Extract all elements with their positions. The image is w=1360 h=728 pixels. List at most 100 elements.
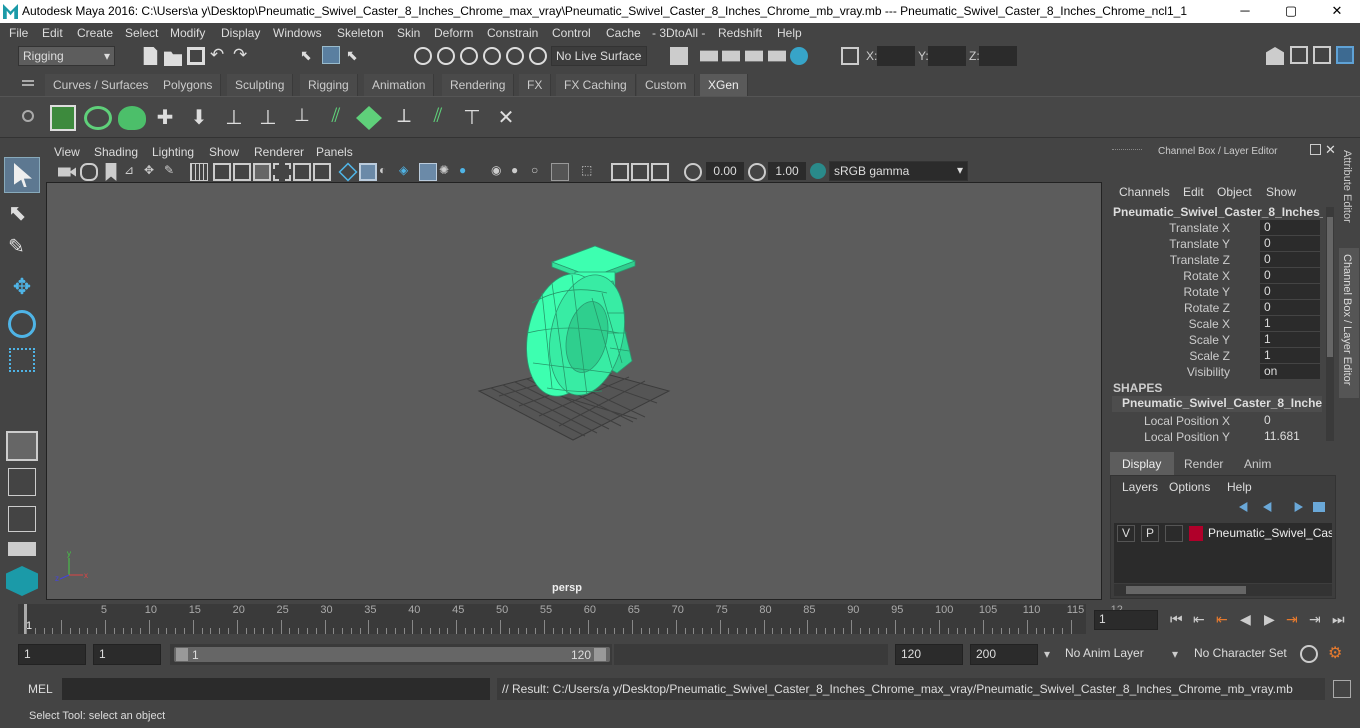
z-coordinate-field[interactable] (979, 46, 1017, 66)
xgen-groom-icon[interactable] (356, 106, 382, 130)
object-name[interactable]: Pneumatic_Swivel_Caster_8_Inches_Ch... (1113, 205, 1323, 219)
viewport-menu-renderer[interactable]: Renderer (254, 145, 304, 159)
bookmark-icon[interactable] (105, 163, 117, 181)
field-chart-icon[interactable] (273, 163, 291, 181)
gate-mask-icon[interactable] (253, 163, 271, 181)
menu-skin[interactable]: Skin (397, 26, 420, 40)
default-material-icon[interactable]: ◐ (379, 163, 397, 181)
toggle-layout-icon[interactable] (8, 542, 36, 556)
layer-menu-help[interactable]: Help (1227, 480, 1252, 494)
new-scene-icon[interactable] (143, 47, 158, 65)
channel-value[interactable]: 0 (1260, 236, 1320, 251)
undo-icon[interactable]: ↶ (210, 46, 228, 65)
guide-visibility-icon[interactable]: ⊥ (256, 105, 280, 131)
component-xray-icon[interactable] (651, 163, 669, 181)
move-layer-up-icon[interactable] (1239, 502, 1248, 512)
anim-layer-dropdown[interactable]: No Anim Layer (1061, 644, 1161, 665)
channel-row[interactable]: Rotate Z 0 (1108, 300, 1322, 316)
xray-active-components-icon[interactable] (631, 163, 649, 181)
menu-constrain[interactable]: Constrain (487, 26, 538, 40)
film-gate-icon[interactable] (213, 163, 231, 181)
current-frame-field[interactable]: 1 (1094, 610, 1158, 630)
new-empty-layer-icon[interactable] (1294, 502, 1303, 512)
transform-constraint-icon[interactable] (841, 47, 859, 65)
viewport-menu-lighting[interactable]: Lighting (152, 145, 194, 159)
paint-select-icon[interactable]: ✎ (8, 234, 36, 262)
channel-row[interactable]: Local Position Y 11.681 (1108, 429, 1322, 445)
x-coordinate-field[interactable] (877, 46, 915, 66)
lock-guide-icon[interactable]: ⊥ (290, 105, 314, 131)
go-to-start-icon[interactable]: ⏮ (1170, 611, 1183, 628)
live-surface-field[interactable]: No Live Surface (551, 46, 647, 66)
exposure-icon[interactable] (684, 163, 702, 181)
layer-menu-options[interactable]: Options (1169, 480, 1210, 494)
layer-type-toggle[interactable] (1165, 525, 1183, 542)
tab-xgen[interactable]: XGen (700, 74, 748, 96)
character-set-dropdown[interactable]: No Character Set (1190, 644, 1290, 665)
resolution-gate-icon[interactable] (233, 163, 251, 181)
tab-curves-surfaces[interactable]: Curves / Surfaces (45, 74, 158, 96)
single-perspective-layout-icon[interactable] (6, 431, 38, 461)
toggle-attribute-editor-icon[interactable] (1313, 46, 1331, 64)
layer-row[interactable]: V P Pneumatic_Swivel_Caster (1114, 525, 1332, 543)
outliner-layout-icon[interactable] (8, 506, 36, 532)
ipr-render-icon[interactable] (722, 50, 740, 62)
auto-key-icon[interactable] (1300, 645, 1318, 663)
image-plane-icon[interactable]: ⊿ (124, 163, 142, 181)
move-tool-icon[interactable]: ✥ (8, 274, 36, 302)
step-back-frame-icon[interactable]: ⇤ (1193, 611, 1205, 628)
depth-of-field-icon[interactable] (551, 163, 569, 181)
tab-polygons[interactable]: Polygons (155, 74, 222, 96)
select-component-icon[interactable]: ⬉ (346, 47, 364, 65)
select-object-icon[interactable] (322, 46, 340, 64)
viewport-menu-show[interactable]: Show (209, 145, 239, 159)
tab-animation[interactable]: Animation (364, 74, 435, 96)
channel-row[interactable]: Translate X 0 (1108, 220, 1322, 236)
place-guide-icon[interactable]: ⬇ (186, 105, 212, 131)
scale-tool-icon[interactable] (9, 348, 35, 372)
channel-row[interactable]: Scale Y 1 (1108, 332, 1322, 348)
shelf-settings-icon[interactable] (22, 110, 34, 122)
wireframe-icon[interactable] (338, 162, 358, 182)
cb-menu-show[interactable]: Show (1266, 185, 1296, 199)
command-language-label[interactable]: MEL (28, 682, 53, 696)
tab-custom[interactable]: Custom (637, 74, 696, 96)
layer-name[interactable]: Pneumatic_Swivel_Caster (1208, 526, 1332, 540)
tab-rendering[interactable]: Rendering (442, 74, 515, 96)
viewport-menu-view[interactable]: View (54, 145, 80, 159)
channel-row[interactable]: Visibility on (1108, 364, 1322, 380)
tab-sculpting[interactable]: Sculpting (227, 74, 294, 96)
maya-home-icon[interactable] (6, 566, 38, 596)
layer-tab-anim[interactable]: Anim (1236, 452, 1294, 475)
safe-action-icon[interactable] (293, 163, 311, 181)
gamma-icon[interactable] (748, 163, 766, 181)
channel-value[interactable]: 11.681 (1260, 429, 1320, 444)
shape-name[interactable]: Pneumatic_Swivel_Caster_8_Inches_... (1112, 396, 1322, 412)
screen-space-ao-icon[interactable]: ◉ (491, 163, 509, 181)
menu-deform[interactable]: Deform (434, 26, 473, 40)
isolate-select-icon[interactable]: ⬚ (581, 163, 599, 181)
channel-scrollbar[interactable] (1326, 207, 1334, 441)
cb-menu-edit[interactable]: Edit (1183, 185, 1204, 199)
render-settings-icon[interactable] (745, 50, 763, 62)
viewport-menu-panels[interactable]: Panels (316, 145, 353, 159)
gamma-field[interactable]: 1.00 (768, 162, 806, 180)
toggle-modeling-toolkit-icon[interactable] (1290, 46, 1308, 64)
multisample-aa-icon[interactable]: ○ (531, 163, 549, 181)
add-guide-icon[interactable]: ✚ (152, 105, 178, 131)
select-tool-button[interactable] (4, 157, 40, 193)
shelf-menu-icon[interactable] (22, 80, 34, 82)
two-d-pan-icon[interactable]: ✥ (144, 163, 162, 181)
channel-value[interactable]: 0 (1260, 252, 1320, 267)
menu-create[interactable]: Create (77, 26, 113, 40)
curves-to-guide-icon[interactable]: ⟂ (392, 105, 416, 131)
close-panel-icon[interactable]: ✕ (1325, 142, 1336, 158)
step-forward-key-icon[interactable]: ⇥ (1286, 611, 1298, 628)
range-start-handle[interactable] (176, 648, 188, 661)
shadows-icon[interactable]: ● (459, 163, 477, 181)
menu-cache[interactable]: Cache (606, 26, 641, 40)
view-transform-dropdown[interactable]: sRGB gamma ▾ (829, 161, 968, 181)
menu-skeleton[interactable]: Skeleton (337, 26, 384, 40)
channel-row[interactable]: Rotate Y 0 (1108, 284, 1322, 300)
menu-edit[interactable]: Edit (42, 26, 63, 40)
